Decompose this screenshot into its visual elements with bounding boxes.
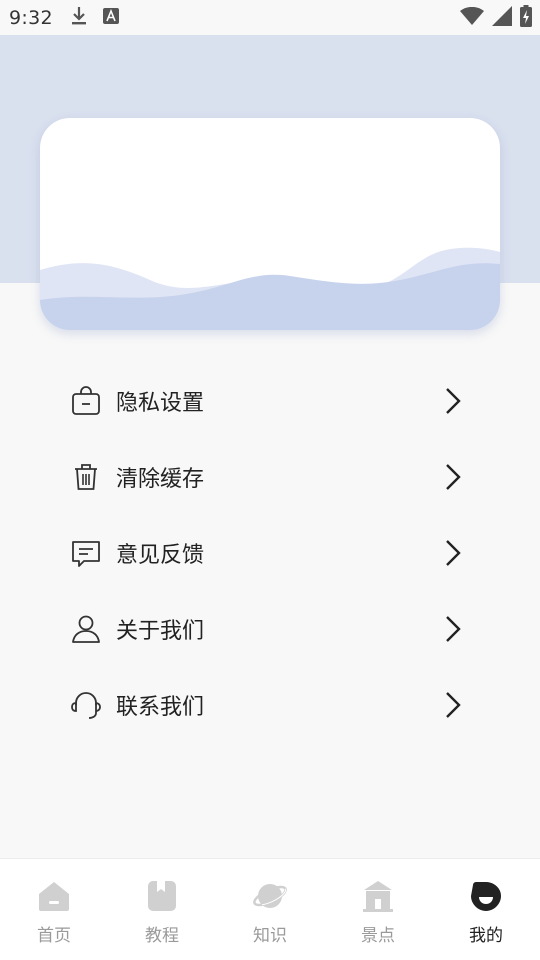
status-bar: 9:32 xyxy=(0,0,540,35)
tab-home[interactable]: 首页 xyxy=(0,859,108,960)
home-icon xyxy=(39,882,69,911)
profile-card xyxy=(40,118,500,330)
person-icon xyxy=(70,613,102,645)
menu-item-about-us[interactable]: 关于我们 xyxy=(0,591,540,667)
chevron-right-icon xyxy=(446,464,461,490)
chevron-right-icon xyxy=(446,388,461,414)
menu-item-label: 清除缓存 xyxy=(116,467,205,492)
planet-icon xyxy=(253,884,287,908)
wave-decoration xyxy=(40,247,500,330)
menu-item-contact-us[interactable]: 联系我们 xyxy=(0,667,540,743)
tab-mine[interactable]: 我的 xyxy=(432,859,540,960)
tab-label: 我的 xyxy=(469,926,503,946)
chevron-right-icon xyxy=(446,692,461,718)
tab-label: 知识 xyxy=(253,926,287,946)
bottom-tab-bar: 首页 教程 知识 景点 我的 xyxy=(0,858,540,960)
headset-icon xyxy=(70,689,102,721)
menu-item-privacy-settings[interactable]: 隐私设置 xyxy=(0,363,540,439)
tab-knowledge[interactable]: 知识 xyxy=(216,859,324,960)
signal-icon xyxy=(492,5,512,30)
profile-face-icon xyxy=(471,882,501,911)
menu-item-label: 意见反馈 xyxy=(116,543,205,568)
feedback-message-icon xyxy=(70,537,102,569)
wifi-icon xyxy=(460,6,484,29)
tab-tutorial[interactable]: 教程 xyxy=(108,859,216,960)
download-icon xyxy=(71,6,87,30)
tab-label: 首页 xyxy=(37,926,71,946)
trash-icon xyxy=(70,461,102,493)
building-icon xyxy=(363,881,393,912)
menu-item-feedback[interactable]: 意见反馈 xyxy=(0,515,540,591)
tab-label: 景点 xyxy=(361,926,395,946)
menu-item-label: 隐私设置 xyxy=(116,391,205,416)
lock-bag-icon xyxy=(70,385,102,417)
tab-label: 教程 xyxy=(145,926,179,946)
chevron-right-icon xyxy=(446,540,461,566)
status-time: 9:32 xyxy=(9,6,53,29)
menu-item-label: 联系我们 xyxy=(116,695,205,720)
chevron-right-icon xyxy=(446,616,461,642)
bookmark-icon xyxy=(148,881,176,911)
battery-charging-icon xyxy=(520,4,532,31)
menu-item-clear-cache[interactable]: 清除缓存 xyxy=(0,439,540,515)
tab-attractions[interactable]: 景点 xyxy=(324,859,432,960)
font-a-icon xyxy=(102,7,119,28)
menu-item-label: 关于我们 xyxy=(116,619,205,644)
settings-menu-list: 隐私设置 清除缓存 意见反馈 关于我们 联系我们 xyxy=(0,363,540,743)
